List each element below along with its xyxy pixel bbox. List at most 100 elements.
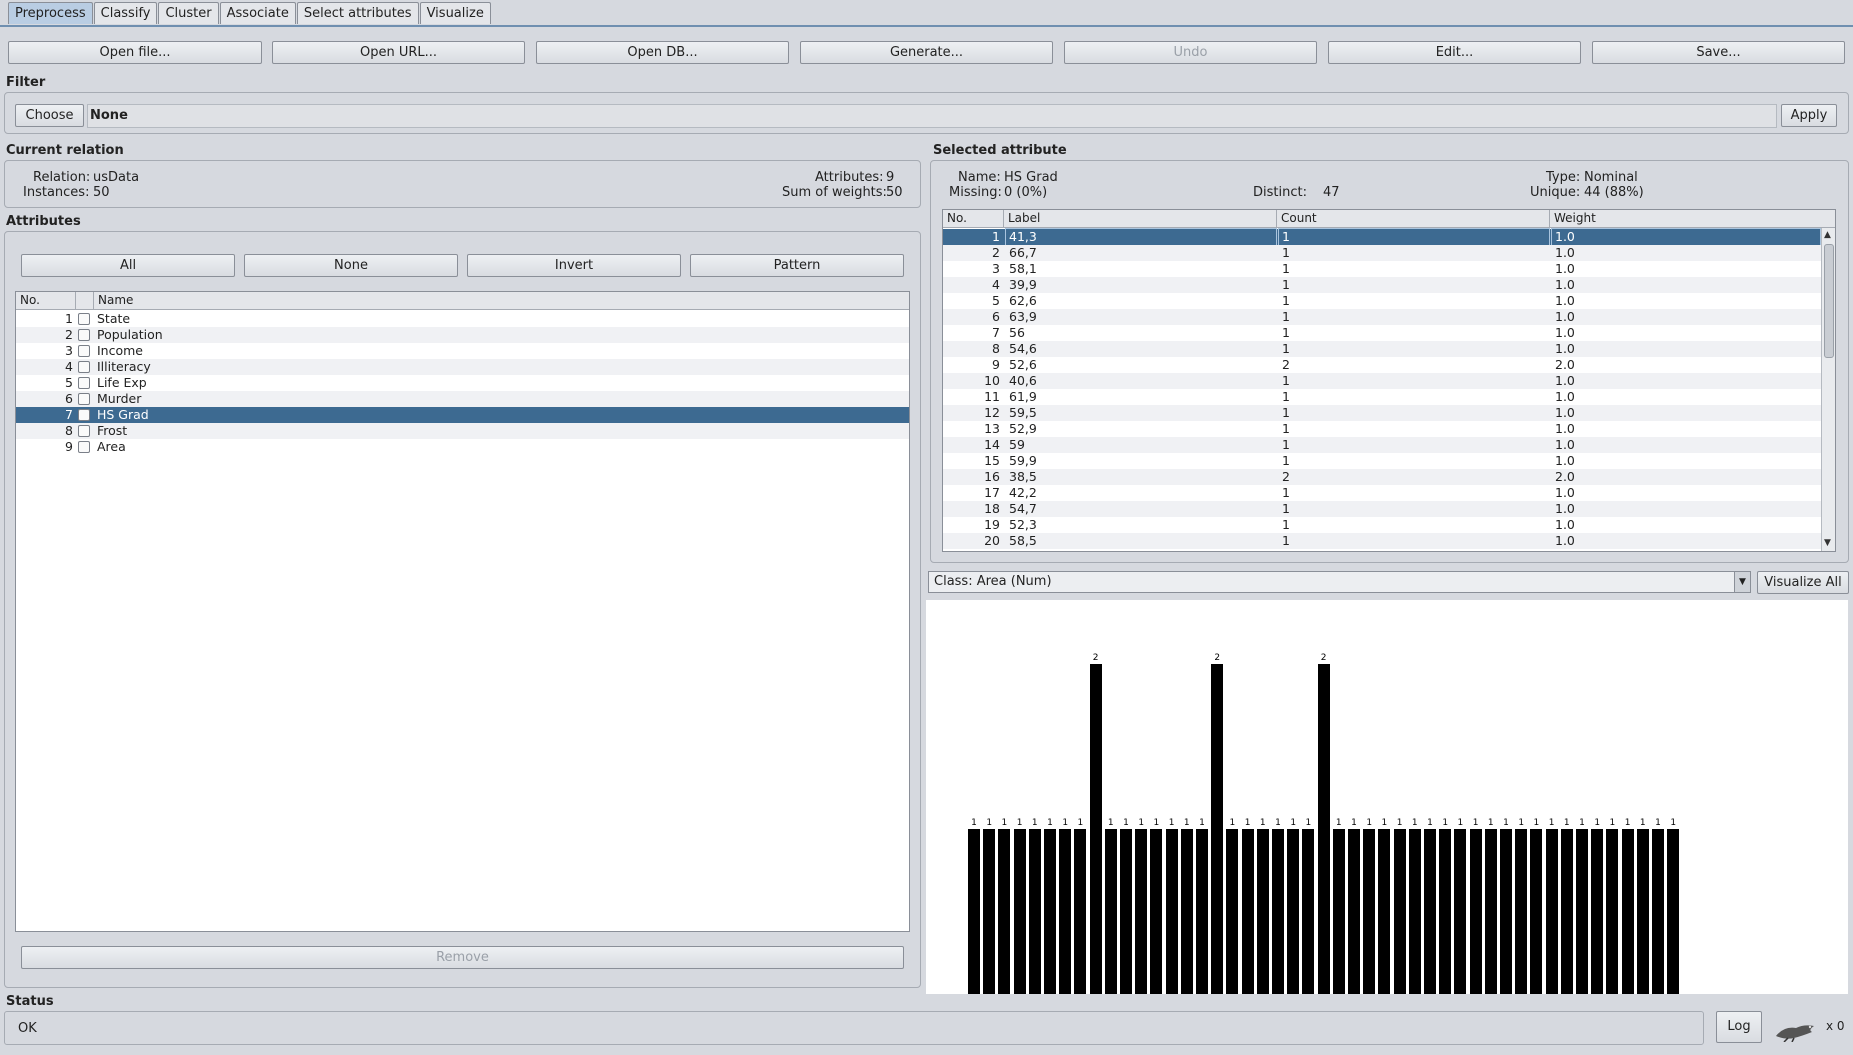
value-row[interactable]: 17 42,2 1 1.0 [943, 485, 1821, 501]
attribute-checkbox[interactable] [78, 441, 90, 453]
attribute-row[interactable]: 9 Area [16, 439, 909, 455]
value-row[interactable]: 12 59,5 1 1.0 [943, 405, 1821, 421]
tab-select-attributes[interactable]: Select attributes [296, 2, 419, 24]
open-file-button[interactable]: Open file... [8, 41, 262, 64]
values-col-no-header[interactable]: No. [943, 210, 1004, 228]
value-row[interactable]: 13 52,9 1 1.0 [943, 421, 1821, 437]
open-url-button[interactable]: Open URL... [272, 41, 525, 64]
attribute-row[interactable]: 4 Illiteracy [16, 359, 909, 375]
histogram-bar-label: 1 [1442, 818, 1449, 828]
value-row[interactable]: 6 63,9 1 1.0 [943, 309, 1821, 325]
value-row[interactable]: 4 39,9 1 1.0 [943, 277, 1821, 293]
pattern-button[interactable]: Pattern [690, 254, 904, 277]
attribute-row[interactable]: 7 HS Grad [16, 407, 909, 423]
values-col-count-header[interactable]: Count [1277, 210, 1550, 228]
save-button[interactable]: Save... [1592, 41, 1845, 64]
attribute-checkbox[interactable] [78, 409, 90, 421]
histogram-bar [998, 829, 1011, 994]
open-db-button[interactable]: Open DB... [536, 41, 789, 64]
tab-preprocess[interactable]: Preprocess [8, 2, 93, 24]
value-row[interactable]: 7 56 1 1.0 [943, 325, 1821, 341]
value-row[interactable]: 5 62,6 1 1.0 [943, 293, 1821, 309]
sum-of-weights-label: Sum of weights: [782, 185, 887, 200]
tab-cluster[interactable]: Cluster [158, 2, 219, 24]
weka-bird-icon[interactable] [1774, 1016, 1818, 1043]
col-no-header[interactable]: No. [16, 292, 76, 310]
sel-unique-label: Unique: [1530, 185, 1581, 200]
attribute-row[interactable]: 3 Income [16, 343, 909, 359]
value-row[interactable]: 14 59 1 1.0 [943, 437, 1821, 453]
col-check-header[interactable] [76, 292, 94, 310]
tab-classify[interactable]: Classify [93, 2, 158, 24]
attribute-checkbox[interactable] [78, 329, 90, 341]
class-select[interactable]: Class: Area (Num) ▼ [928, 571, 1751, 593]
histogram-bar-label: 1 [1183, 818, 1190, 828]
attribute-checkbox[interactable] [78, 313, 90, 325]
values-scrollbar[interactable]: ▲ ▼ [1821, 228, 1835, 551]
value-row[interactable]: 1 41,3 1 1.0 [943, 228, 1821, 246]
attribute-row[interactable]: 1 State [16, 311, 909, 327]
value-weight: 1.0 [1555, 501, 1575, 516]
attribute-row[interactable]: 6 Murder [16, 391, 909, 407]
value-row[interactable]: 9 52,6 2 2.0 [943, 357, 1821, 373]
invert-selection-button[interactable]: Invert [467, 254, 681, 277]
value-row[interactable]: 3 58,1 1 1.0 [943, 261, 1821, 277]
value-row[interactable]: 18 54,7 1 1.0 [943, 501, 1821, 517]
undo-button[interactable]: Undo [1064, 41, 1317, 64]
histogram-bar-label: 1 [986, 818, 993, 828]
value-row[interactable]: 16 38,5 2 2.0 [943, 469, 1821, 485]
attribute-row[interactable]: 2 Population [16, 327, 909, 343]
tab-associate[interactable]: Associate [219, 2, 296, 24]
attribute-checkbox[interactable] [78, 425, 90, 437]
chevron-down-icon[interactable]: ▼ [1734, 572, 1750, 592]
histogram-bar [1545, 829, 1558, 994]
value-weight: 1.0 [1555, 533, 1575, 548]
value-row[interactable]: 20 58,5 1 1.0 [943, 533, 1821, 549]
filter-value-field[interactable]: None [87, 104, 1777, 128]
value-count: 1 [1282, 517, 1290, 532]
select-none-button[interactable]: None [244, 254, 458, 277]
attribute-checkbox[interactable] [78, 361, 90, 373]
scroll-up-icon[interactable]: ▲ [1824, 230, 1831, 240]
attribute-checkbox[interactable] [78, 345, 90, 357]
value-row[interactable]: 10 40,6 1 1.0 [943, 373, 1821, 389]
visualize-all-button[interactable]: Visualize All [1757, 571, 1849, 594]
value-weight: 1.0 [1551, 228, 1821, 246]
histogram-bar-label: 1 [1548, 818, 1555, 828]
attribute-no: 6 [65, 391, 73, 406]
scroll-down-icon[interactable]: ▼ [1824, 538, 1831, 548]
current-relation-title: Current relation [6, 143, 124, 158]
col-name-header[interactable]: Name [94, 292, 909, 310]
value-no: 8 [992, 341, 1000, 356]
attribute-row[interactable]: 5 Life Exp [16, 375, 909, 391]
values-col-label-header[interactable]: Label [1004, 210, 1277, 228]
value-no: 13 [984, 421, 1000, 436]
tab-visualize[interactable]: Visualize [419, 2, 491, 24]
values-scrollbar-thumb[interactable] [1824, 244, 1834, 358]
value-row[interactable]: 8 54,6 1 1.0 [943, 341, 1821, 357]
histogram-bar-label: 1 [1123, 818, 1129, 828]
value-count: 1 [1282, 453, 1290, 468]
value-row[interactable]: 15 59,9 1 1.0 [943, 453, 1821, 469]
log-button[interactable]: Log [1716, 1011, 1762, 1043]
generate-button[interactable]: Generate... [800, 41, 1053, 64]
value-row[interactable]: 11 61,9 1 1.0 [943, 389, 1821, 405]
attribute-no: 1 [65, 311, 73, 326]
apply-filter-button[interactable]: Apply [1781, 104, 1837, 127]
sel-name-label: Name: [958, 170, 1001, 185]
edit-button[interactable]: Edit... [1328, 41, 1581, 64]
attribute-checkbox[interactable] [78, 377, 90, 389]
attribute-name: Area [97, 439, 126, 454]
attribute-checkbox[interactable] [78, 393, 90, 405]
select-all-button[interactable]: All [21, 254, 235, 277]
value-row[interactable]: 19 52,3 1 1.0 [943, 517, 1821, 533]
value-count: 1 [1282, 245, 1290, 260]
choose-filter-button[interactable]: Choose [15, 104, 84, 127]
histogram-bar-label: 1 [1153, 818, 1160, 828]
remove-button[interactable]: Remove [21, 946, 904, 969]
attribute-row[interactable]: 8 Frost [16, 423, 909, 439]
value-label: 58,5 [1009, 533, 1037, 548]
values-col-weight-header[interactable]: Weight [1550, 210, 1835, 228]
value-row[interactable]: 2 66,7 1 1.0 [943, 245, 1821, 261]
histogram-bar [1530, 829, 1543, 994]
